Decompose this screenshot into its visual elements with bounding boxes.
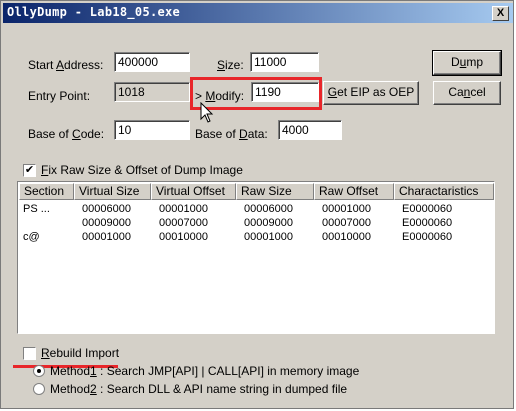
size-label: Size: xyxy=(217,58,244,72)
start-address-field[interactable]: 400000 xyxy=(114,52,190,72)
table-cell: 00007000 xyxy=(322,217,371,229)
table-cell: E0000060 xyxy=(402,203,453,215)
table-cell: 00001000 xyxy=(159,203,208,215)
table-cell: 00010000 xyxy=(159,231,208,243)
ollydump-dialog: OllyDump - Lab18_05.exe X Start Address:… xyxy=(0,0,514,409)
method2-radio[interactable] xyxy=(33,383,45,395)
base-of-code-label: Base of Code: xyxy=(28,127,105,141)
column-header-virtual-offset[interactable]: Virtual Offset xyxy=(151,183,236,200)
entry-point-label: Entry Point: xyxy=(28,89,91,103)
table-cell: E0000060 xyxy=(402,231,453,243)
method1-radio[interactable] xyxy=(33,365,45,377)
title-bar[interactable]: OllyDump - Lab18_05.exe X xyxy=(3,3,513,23)
fix-raw-size-label: Fix Raw Size & Offset of Dump Image xyxy=(41,163,243,177)
column-header-characteristics[interactable]: Charactaristics xyxy=(394,183,494,200)
table-cell: 00010000 xyxy=(322,231,371,243)
window-title: OllyDump - Lab18_05.exe xyxy=(7,5,181,19)
method2-label: Method2 : Search DLL & API name string i… xyxy=(50,382,348,396)
mouse-cursor-icon xyxy=(200,102,214,123)
fix-raw-size-checkbox[interactable]: ✔ xyxy=(23,164,36,177)
base-of-code-field[interactable]: 10 xyxy=(114,120,190,140)
table-cell: E0000060 xyxy=(402,217,453,229)
method1-label: Method1 : Search JMP[API] | CALL[API] in… xyxy=(50,364,360,378)
base-of-data-label: Base of Data: xyxy=(195,127,268,141)
section-table[interactable]: Section Virtual Size Virtual Offset Raw … xyxy=(17,181,495,334)
column-header-raw-offset[interactable]: Raw Offset xyxy=(314,183,394,200)
size-field[interactable]: 11000 xyxy=(250,52,319,72)
table-cell: 00006000 xyxy=(82,203,131,215)
column-header-virtual-size[interactable]: Virtual Size xyxy=(74,183,151,200)
rebuild-import-checkbox[interactable] xyxy=(23,347,36,360)
column-header-section[interactable]: Section xyxy=(19,183,74,200)
cancel-button[interactable]: Cancel xyxy=(433,81,501,105)
table-cell[interactable]: c@ xyxy=(23,231,40,244)
entry-point-field: 1018 xyxy=(114,82,190,102)
table-cell: 00001000 xyxy=(322,203,371,215)
column-header-raw-size[interactable]: Raw Size xyxy=(236,183,314,200)
table-cell: 00001000 xyxy=(82,231,131,243)
start-address-label: Start Address: xyxy=(28,58,104,72)
table-cell: 00007000 xyxy=(159,217,208,229)
rebuild-import-label: Rebuild Import xyxy=(41,346,120,360)
base-of-data-field[interactable]: 4000 xyxy=(278,120,342,140)
table-cell[interactable]: PS ... xyxy=(23,203,50,216)
close-button[interactable]: X xyxy=(492,6,509,21)
get-eip-as-oep-button[interactable]: Get EIP as OEP xyxy=(323,81,419,105)
table-cell: 00009000 xyxy=(244,217,293,229)
dump-button[interactable]: Dump xyxy=(432,50,502,76)
table-cell: 00001000 xyxy=(244,231,293,243)
table-cell: 00006000 xyxy=(244,203,293,215)
table-cell: 00009000 xyxy=(82,217,131,229)
